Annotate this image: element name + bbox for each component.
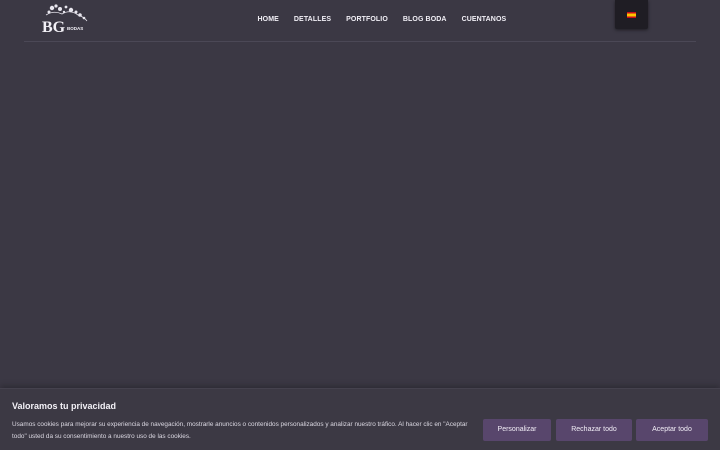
nav-detalles[interactable]: DETALLES — [286, 14, 338, 28]
nav-portfolio[interactable]: PORTFOLIO — [339, 14, 396, 28]
main-nav: HOME DETALLES PORTFOLIO BLOG BODA CUENTA… — [250, 14, 514, 28]
nav-home[interactable]: HOME — [250, 14, 286, 28]
nav-cuentanos[interactable]: CUENTANOS — [454, 14, 514, 28]
page: BG BODAS HOME DETALLES PORTFOLIO BLOG BO… — [0, 0, 720, 450]
language-switcher[interactable] — [615, 0, 648, 29]
cookie-description: Usamos cookies para mejorar su experienc… — [12, 421, 468, 440]
reject-all-button[interactable]: Rechazar todo — [556, 419, 632, 441]
site-logo[interactable]: BG BODAS — [40, 3, 90, 35]
nav-blog-boda[interactable]: BLOG BODA — [395, 14, 454, 28]
spain-flag-icon — [627, 11, 636, 18]
cookie-title: Valoramos tu privacidad — [12, 401, 117, 411]
logo-subtitle: BODAS — [67, 26, 83, 31]
accept-all-button[interactable]: Aceptar todo — [636, 419, 708, 441]
logo-letters: BG — [42, 19, 66, 35]
customize-button[interactable]: Personalizar — [483, 419, 551, 441]
site-header: BG BODAS HOME DETALLES PORTFOLIO BLOG BO… — [24, 0, 696, 42]
